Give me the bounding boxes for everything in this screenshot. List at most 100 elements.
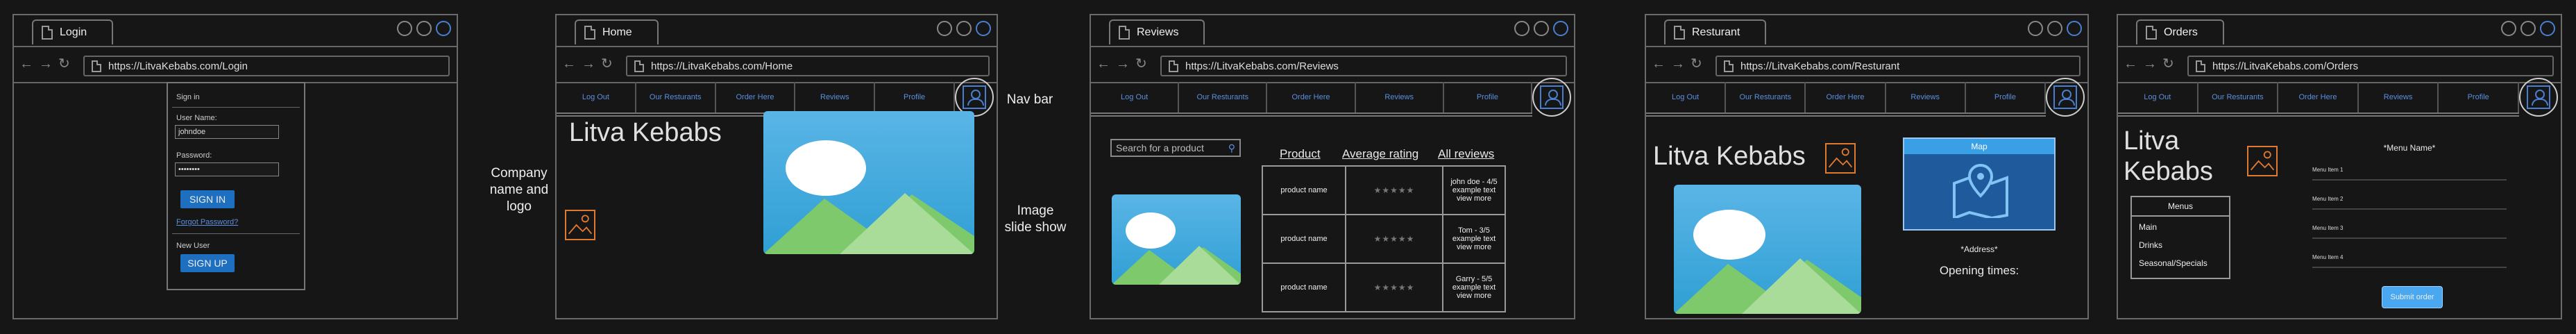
minimize-button[interactable] bbox=[397, 21, 412, 36]
order-item-row[interactable]: Menu Item 3 bbox=[2312, 225, 2507, 239]
maximize-button[interactable] bbox=[2047, 21, 2062, 36]
column-header-product: Product bbox=[1280, 147, 1321, 160]
page-icon bbox=[2196, 60, 2205, 72]
restaurant-image bbox=[1674, 185, 1861, 314]
nav-reviews[interactable]: Reviews bbox=[2359, 82, 2439, 112]
arrow-left-icon[interactable]: ← bbox=[1652, 57, 1666, 71]
map-panel[interactable]: Map bbox=[1903, 137, 2056, 231]
slideshow-image[interactable] bbox=[763, 111, 974, 254]
browser-tab[interactable]: Orders bbox=[2136, 19, 2224, 44]
nav-logout[interactable]: Log Out bbox=[2118, 82, 2198, 112]
order-item-row[interactable]: Menu Item 1 bbox=[2312, 167, 2507, 181]
profile-button[interactable] bbox=[2519, 78, 2558, 117]
forgot-password-link[interactable]: Forgot Password? bbox=[176, 218, 238, 226]
review-cell[interactable]: Garry - 5/5 example text view more bbox=[1442, 262, 1506, 312]
nav-order[interactable]: Order Here bbox=[2278, 82, 2359, 112]
nav-reviews[interactable]: Reviews bbox=[1356, 82, 1444, 112]
arrow-right-icon[interactable]: → bbox=[1671, 57, 1685, 71]
page-icon bbox=[92, 60, 101, 72]
password-label: Password: bbox=[176, 151, 212, 160]
arrow-left-icon[interactable]: ← bbox=[19, 57, 33, 71]
menu-item-main[interactable]: Main bbox=[2132, 217, 2229, 235]
close-button[interactable] bbox=[1553, 21, 1568, 36]
arrow-right-icon[interactable]: → bbox=[2143, 57, 2157, 71]
search-box[interactable]: Search for a product ⚲ bbox=[1110, 139, 1241, 157]
nav-restaurants[interactable]: Our Resturants bbox=[636, 82, 716, 112]
maximize-button[interactable] bbox=[1534, 21, 1549, 36]
arrow-left-icon[interactable]: ← bbox=[2124, 57, 2137, 71]
profile-button[interactable] bbox=[2046, 78, 2085, 117]
arrow-right-icon[interactable]: → bbox=[39, 57, 53, 71]
nav-logout[interactable]: Log Out bbox=[1646, 82, 1727, 112]
username-field[interactable]: johndoe bbox=[175, 125, 279, 139]
logo-icon bbox=[2247, 146, 2278, 176]
nav-restaurants[interactable]: Our Resturants bbox=[1726, 82, 1806, 112]
login-window: Login ← → ↻ https://LitvaKebabs.com/Login … bbox=[12, 14, 458, 319]
maximize-button[interactable] bbox=[956, 21, 972, 36]
nav-reviews[interactable]: Reviews bbox=[795, 82, 876, 112]
browser-tab[interactable]: Login bbox=[32, 19, 114, 44]
order-item-row[interactable]: Menu Item 2 bbox=[2312, 196, 2507, 210]
menu-item-drinks[interactable]: Drinks bbox=[2132, 235, 2229, 253]
maximize-button[interactable] bbox=[416, 21, 432, 36]
nav-profile[interactable]: Profile bbox=[875, 82, 955, 112]
minimize-button[interactable] bbox=[937, 21, 952, 36]
nav-restaurants[interactable]: Our Resturants bbox=[2198, 82, 2279, 112]
minimize-button[interactable] bbox=[1514, 21, 1530, 36]
nav-logout[interactable]: Log Out bbox=[557, 82, 636, 112]
profile-button[interactable] bbox=[1532, 78, 1571, 117]
close-button[interactable] bbox=[2540, 21, 2555, 36]
menu-item-seasonal[interactable]: Seasonal/Specials bbox=[2132, 253, 2229, 271]
close-button[interactable] bbox=[976, 21, 991, 36]
refresh-icon[interactable]: ↻ bbox=[1690, 57, 1702, 71]
nav-bar: Log Out Our Resturants Order Here Review… bbox=[1646, 82, 2047, 117]
reviews-content: Log Out Our Resturants Order Here Review… bbox=[1091, 78, 1574, 318]
arrow-right-icon[interactable]: → bbox=[1116, 57, 1130, 71]
maximize-button[interactable] bbox=[2520, 21, 2536, 36]
address-bar[interactable]: https://LitvaKebabs.com/Orders bbox=[2187, 56, 2554, 76]
tab-strip: Home bbox=[557, 15, 997, 46]
minimize-button[interactable] bbox=[2028, 21, 2043, 36]
close-button[interactable] bbox=[436, 21, 451, 36]
submit-order-button[interactable]: Submit order bbox=[2382, 286, 2443, 308]
nav-restaurants[interactable]: Our Resturants bbox=[1179, 82, 1268, 112]
reviews-window: Reviews ← → ↻ https://LitvaKebabs.com/Revi… bbox=[1090, 14, 1575, 319]
nav-logout[interactable]: Log Out bbox=[1091, 82, 1180, 112]
nav-reviews[interactable]: Reviews bbox=[1886, 82, 1966, 112]
product-cell: product name bbox=[1262, 165, 1346, 215]
refresh-icon[interactable]: ↻ bbox=[2162, 57, 2174, 71]
address-bar[interactable]: https://LitvaKebabs.com/Reviews bbox=[1160, 56, 1567, 76]
nav-order[interactable]: Order Here bbox=[1267, 82, 1356, 112]
minimize-button[interactable] bbox=[2501, 21, 2516, 36]
arrow-left-icon[interactable]: ← bbox=[1096, 57, 1110, 71]
nav-order[interactable]: Order Here bbox=[1806, 82, 1886, 112]
review-cell[interactable]: john doe - 4/5 example text view more bbox=[1442, 165, 1506, 215]
rating-stars: ★★★★★ bbox=[1345, 165, 1443, 215]
browser-tab[interactable]: Reviews bbox=[1109, 19, 1205, 44]
browser-toolbar: ← → ↻ https://LitvaKebabs.com/Reviews bbox=[1091, 46, 1574, 83]
address-bar[interactable]: https://LitvaKebabs.com/Login bbox=[83, 56, 450, 76]
nav-order[interactable]: Order Here bbox=[716, 82, 796, 112]
search-icon[interactable]: ⚲ bbox=[1228, 142, 1235, 154]
address-bar[interactable]: https://LitvaKebabs.com/Resturant bbox=[1715, 56, 2081, 76]
address-bar[interactable]: https://LitvaKebabs.com/Home bbox=[626, 56, 990, 76]
window-controls bbox=[397, 21, 451, 36]
browser-tab[interactable]: Resturant bbox=[1664, 19, 1767, 44]
arrow-right-icon[interactable]: → bbox=[582, 57, 595, 71]
order-item-row[interactable]: Menu Item 4 bbox=[2312, 254, 2507, 268]
user-profile-icon bbox=[2053, 85, 2077, 109]
browser-tab[interactable]: Home bbox=[575, 19, 659, 44]
nav-profile[interactable]: Profile bbox=[2439, 82, 2519, 112]
refresh-icon[interactable]: ↻ bbox=[58, 57, 70, 71]
password-field[interactable]: •••••••• bbox=[175, 162, 279, 176]
refresh-icon[interactable]: ↻ bbox=[601, 57, 613, 71]
nav-profile[interactable]: Profile bbox=[1444, 82, 1533, 112]
signup-button[interactable]: SIGN UP bbox=[180, 254, 235, 272]
arrow-left-icon[interactable]: ← bbox=[562, 57, 576, 71]
annotation-company: Company name and logo bbox=[489, 166, 549, 214]
close-button[interactable] bbox=[2067, 21, 2082, 36]
signin-button[interactable]: SIGN IN bbox=[180, 190, 235, 208]
nav-profile[interactable]: Profile bbox=[1966, 82, 2047, 112]
refresh-icon[interactable]: ↻ bbox=[1135, 57, 1147, 71]
review-cell[interactable]: Tom - 3/5 example text view more bbox=[1442, 214, 1506, 264]
